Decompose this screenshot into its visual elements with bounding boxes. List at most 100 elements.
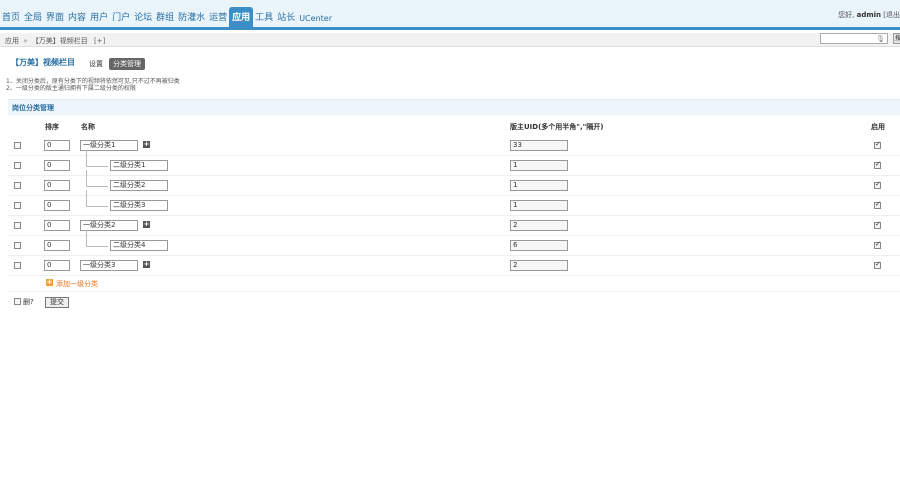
tip-line: 2、一级分类的版主通归拥有下属二级分类的权限 <box>6 85 136 92</box>
tree-line <box>86 150 87 166</box>
breadcrumb-root[interactable]: 应用 <box>5 37 19 45</box>
delete-label: 删? <box>23 298 34 306</box>
nav-item-2[interactable]: 界面 <box>44 7 66 30</box>
section-title: 岗位分类管理 <box>12 104 54 112</box>
row-select-checkbox[interactable] <box>14 182 21 189</box>
tree-line <box>86 230 87 246</box>
tree-line <box>86 246 108 247</box>
table-row: 0 一级分类1 +33 <box>8 136 900 156</box>
tree-line <box>86 190 87 206</box>
table-row: 0 二级分类4 6 <box>8 230 900 256</box>
tree-line <box>86 166 108 167</box>
breadcrumb: 应用 » 【万美】视频栏目 [+] <box>5 36 105 46</box>
moderator-uid-input[interactable]: 1 <box>510 200 568 211</box>
row-select-checkbox[interactable] <box>14 202 21 209</box>
category-name-input[interactable]: 一级分类2 <box>80 220 138 231</box>
add-subcategory-icon[interactable]: + <box>143 141 150 148</box>
top-nav-bar: 首页 全局 界面 内容 用户 门户 论坛 群组 防灌水 运营 应用 工具 站长 UCenter 您好, a… <box>0 0 900 30</box>
order-input[interactable]: 0 <box>44 180 70 191</box>
column-name: 名称 <box>81 123 95 131</box>
delete-checkbox[interactable] <box>14 298 21 305</box>
category-name-input[interactable]: 二级分类4 <box>110 240 168 251</box>
add-subcategory-icon[interactable]: + <box>143 261 150 268</box>
tab-settings[interactable]: 设置 <box>89 59 103 69</box>
tree-line <box>86 206 108 207</box>
order-input[interactable]: 0 <box>44 260 70 271</box>
breadcrumb-separator: » <box>23 37 28 45</box>
order-input[interactable]: 0 <box>44 140 70 151</box>
logout-link[interactable]: [退出 <box>883 11 900 19</box>
order-input[interactable]: 0 <box>44 200 70 211</box>
enabled-checkbox[interactable] <box>874 160 881 169</box>
enabled-checkbox[interactable] <box>874 200 881 209</box>
category-name-input[interactable]: 一级分类3 <box>80 260 138 271</box>
enabled-checkbox[interactable] <box>874 260 881 269</box>
nav-item-11[interactable]: 工具 <box>253 7 275 30</box>
tree-line <box>86 170 87 186</box>
nav-item-0[interactable]: 首页 <box>0 7 22 30</box>
main-nav: 首页 全局 界面 内容 用户 门户 论坛 群组 防灌水 运营 应用 工具 站长 UCenter <box>0 7 334 30</box>
nav-item-9[interactable]: 运营 <box>207 7 229 30</box>
breadcrumb-current: 【万美】视频栏目 <box>31 37 88 45</box>
category-name-input[interactable]: 二级分类3 <box>110 200 168 211</box>
greeting: 您好, <box>838 11 855 19</box>
table-row: 0 二级分类2 1 <box>8 170 900 196</box>
moderator-uid-input[interactable]: 2 <box>510 260 568 271</box>
category-name-input[interactable]: 二级分类1 <box>110 160 168 171</box>
tab-category-manage[interactable]: 分类管理 <box>109 58 145 70</box>
row-select-checkbox[interactable] <box>14 222 21 229</box>
column-order: 排序 <box>45 123 59 131</box>
nav-item-13[interactable]: UCenter <box>297 7 334 30</box>
row-select-checkbox[interactable] <box>14 142 21 149</box>
enabled-checkbox[interactable] <box>874 240 881 249</box>
row-select-checkbox[interactable] <box>14 162 21 169</box>
category-name-input[interactable]: 二级分类2 <box>110 180 168 191</box>
nav-item-8[interactable]: 防灌水 <box>176 7 207 30</box>
column-enabled: 启用 <box>871 123 885 131</box>
tip-line: 1、关闭分类后，原有分类下的视频将依然可见,只不过不再被归类 <box>6 78 180 85</box>
table-row: 0 二级分类1 1 <box>8 150 900 176</box>
add-category-row: + 添加一级分类 <box>8 274 900 292</box>
enabled-checkbox[interactable] <box>874 220 881 229</box>
search-button[interactable]: 搜 <box>893 33 900 44</box>
page-title: 【万美】视频栏目 <box>11 57 75 67</box>
search-input[interactable]: 🎙 <box>820 33 888 44</box>
moderator-uid-input[interactable]: 6 <box>510 240 568 251</box>
add-shortcut-link[interactable]: [+] <box>94 37 105 45</box>
order-input[interactable]: 0 <box>44 240 70 251</box>
moderator-uid-input[interactable]: 1 <box>510 160 568 171</box>
nav-item-1[interactable]: 全局 <box>22 7 44 30</box>
nav-item-7[interactable]: 群组 <box>154 7 176 30</box>
category-name-input[interactable]: 一级分类1 <box>80 140 138 151</box>
nav-item-5[interactable]: 门户 <box>110 7 132 30</box>
nav-item-4[interactable]: 用户 <box>88 7 110 30</box>
nav-item-3[interactable]: 内容 <box>66 7 88 30</box>
add-category-link[interactable]: 添加一级分类 <box>56 279 98 289</box>
nav-item-6[interactable]: 论坛 <box>132 7 154 30</box>
tree-line <box>86 186 108 187</box>
order-input[interactable]: 0 <box>44 220 70 231</box>
breadcrumb-bar: 应用 » 【万美】视频栏目 [+] <box>0 33 900 47</box>
table-row: 0 二级分类3 1 <box>8 190 900 216</box>
row-select-checkbox[interactable] <box>14 262 21 269</box>
table-row: 0 一级分类2 +2 <box>8 216 900 236</box>
username: admin <box>856 11 882 19</box>
nav-item-10[interactable]: 应用 <box>229 7 254 30</box>
table-row: 0 一级分类3 +2 <box>8 256 900 276</box>
add-icon[interactable]: + <box>46 279 53 286</box>
order-input[interactable]: 0 <box>44 160 70 171</box>
user-info: 您好, admin [退出 <box>838 10 900 20</box>
moderator-uid-input[interactable]: 33 <box>510 140 568 151</box>
moderator-uid-input[interactable]: 1 <box>510 180 568 191</box>
section-header: 岗位分类管理 <box>8 99 900 115</box>
microphone-icon[interactable]: 🎙 <box>876 35 885 43</box>
add-subcategory-icon[interactable]: + <box>143 221 150 228</box>
column-moderator-uid: 版主UID(多个用半角","隔开) <box>510 123 604 131</box>
row-select-checkbox[interactable] <box>14 242 21 249</box>
tips: 1、关闭分类后，原有分类下的视频将依然可见,只不过不再被归类 2、一级分类的版主… <box>6 78 180 92</box>
moderator-uid-input[interactable]: 2 <box>510 220 568 231</box>
enabled-checkbox[interactable] <box>874 140 881 149</box>
nav-item-12[interactable]: 站长 <box>275 7 297 30</box>
enabled-checkbox[interactable] <box>874 180 881 189</box>
submit-button[interactable]: 提交 <box>45 297 69 308</box>
